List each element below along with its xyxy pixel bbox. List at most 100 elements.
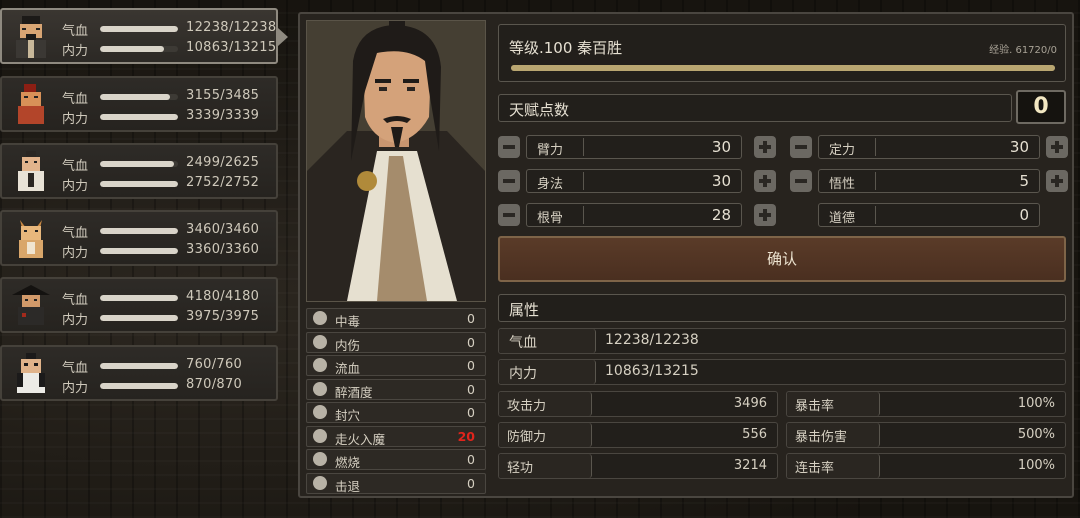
status-name: 燃烧 [335, 455, 361, 470]
boot-icon [313, 475, 327, 490]
status-internal-injury: 内伤 0 [306, 331, 486, 353]
hp-value: 2499/2625 [186, 155, 260, 170]
mp-label: 内力 [62, 112, 89, 127]
increase-constitution-button[interactable] [754, 204, 776, 226]
hp-row: 气血 12238/12238 [62, 20, 277, 39]
mp-label: 内力 [62, 313, 89, 328]
status-bleeding: 流血 0 [306, 355, 486, 376]
party-member-1[interactable]: 气血 12238/12238 内力 10863/13215 [0, 8, 288, 64]
prop-value: 10863/13215 [605, 363, 699, 379]
status-poison: 中毒 0 [306, 308, 486, 329]
mp-value: 2752/2752 [186, 175, 260, 190]
status-value: 0 [467, 475, 475, 491]
prop-defense: 防御力 556 [498, 422, 778, 448]
hp-bar [100, 94, 178, 100]
attr-morality: 道德 0 [818, 203, 1040, 227]
party-member-5[interactable]: 气血 4180/4180 内力 3975/3975 [0, 277, 278, 333]
level-title: 等级.100 秦百胜 [509, 39, 623, 57]
mp-value: 3339/3339 [186, 108, 260, 123]
attr-name: 悟性 [829, 177, 856, 192]
attr-value: 5 [1019, 172, 1029, 190]
status-name: 走火入魔 [335, 431, 386, 447]
hp-row: 气血 760/760 [62, 357, 277, 376]
prop-value: 500% [1017, 427, 1055, 442]
attr-value: 28 [711, 206, 731, 224]
scholar-avatar [18, 151, 44, 191]
prop-name: 攻击力 [507, 399, 547, 414]
hp-row: 气血 2499/2625 [62, 155, 277, 174]
properties-label: 属性 [509, 301, 540, 319]
status-value: 0 [467, 334, 475, 350]
mp-value: 3360/3360 [186, 242, 260, 257]
party-member-3[interactable]: 气血 2499/2625 内力 2752/2752 [0, 143, 278, 199]
increase-strength-button[interactable] [754, 136, 776, 158]
mp-bar [100, 383, 178, 389]
party-member-2[interactable]: 气血 3155/3485 内力 3339/3339 [0, 76, 278, 132]
warrior-avatar [18, 84, 44, 124]
status-name: 醉酒度 [335, 384, 373, 400]
attr-value: 30 [711, 172, 731, 190]
attr-constitution: 根骨 28 [526, 203, 742, 227]
hp-value: 12238/12238 [186, 20, 277, 35]
status-burning: 燃烧 0 [306, 449, 486, 470]
decrease-agility-button[interactable] [498, 170, 520, 192]
decrease-constitution-button[interactable] [498, 204, 520, 226]
exp-text: 经验. 61720/0 [989, 45, 1057, 56]
prop-name: 轻功 [507, 461, 534, 476]
hp-label: 气血 [62, 92, 89, 107]
hp-label: 气血 [62, 226, 89, 241]
mp-row: 内力 870/870 [62, 377, 277, 396]
decrease-focus-button[interactable] [790, 136, 812, 158]
mp-value: 10863/13215 [186, 40, 277, 55]
increase-focus-button[interactable] [1046, 136, 1068, 158]
prop-name: 连击率 [795, 461, 835, 476]
party-member-6[interactable]: 气血 760/760 内力 870/870 [0, 345, 278, 401]
hp-value: 760/760 [186, 357, 243, 372]
prop-value: 100% [1017, 458, 1055, 473]
drunk-face-icon [313, 381, 327, 396]
status-value: 20 [457, 428, 475, 444]
increase-agility-button[interactable] [754, 170, 776, 192]
attr-value: 30 [711, 138, 731, 156]
hp-bar [100, 363, 178, 369]
talent-label: 天赋点数 [509, 101, 570, 119]
party-member-4[interactable]: 气血 3460/3460 内力 3360/3360 [0, 210, 278, 266]
decrease-strength-button[interactable] [498, 136, 520, 158]
hp-bar [100, 228, 178, 234]
hp-label: 气血 [62, 24, 89, 39]
hp-value: 3155/3485 [186, 88, 260, 103]
prop-name: 防御力 [507, 430, 547, 445]
flame-icon [313, 452, 327, 466]
prop-value: 100% [1017, 396, 1055, 411]
confirm-button[interactable]: 确认 [498, 236, 1066, 282]
hp-bar [100, 161, 178, 167]
status-value: 0 [467, 358, 475, 373]
prop-name: 暴击率 [795, 399, 835, 414]
mp-row: 内力 3975/3975 [62, 309, 277, 328]
status-value: 0 [467, 405, 475, 420]
prop-crit-rate: 暴击率 100% [786, 391, 1066, 417]
mp-bar [100, 114, 178, 120]
properties-header: 属性 [498, 294, 1066, 322]
attr-name: 道德 [829, 211, 856, 226]
character-panel: 中毒 0 内伤 0 流血 0 醉酒度 0 封穴 0 走火入魔 20 燃烧 0 击… [298, 12, 1074, 498]
status-knockback: 击退 0 [306, 472, 486, 494]
hp-row: 气血 3460/3460 [62, 222, 277, 241]
character-portrait [306, 20, 486, 302]
prop-hp: 气血 12238/12238 [498, 328, 1066, 354]
increase-insight-button[interactable] [1046, 170, 1068, 192]
selected-arrow-icon [278, 28, 288, 46]
attr-name: 定力 [829, 143, 856, 158]
panda-avatar [17, 353, 45, 393]
attr-insight: 悟性 5 [818, 169, 1040, 193]
hp-value: 3460/3460 [186, 222, 260, 237]
mp-value: 870/870 [186, 377, 243, 392]
prop-name: 内力 [509, 366, 537, 382]
status-name: 击退 [335, 478, 361, 494]
hp-bar [100, 26, 178, 32]
prop-value: 3214 [733, 458, 767, 473]
attr-focus: 定力 30 [818, 135, 1040, 159]
status-value: 0 [467, 452, 475, 467]
decrease-insight-button[interactable] [790, 170, 812, 192]
status-name: 封穴 [335, 408, 361, 423]
